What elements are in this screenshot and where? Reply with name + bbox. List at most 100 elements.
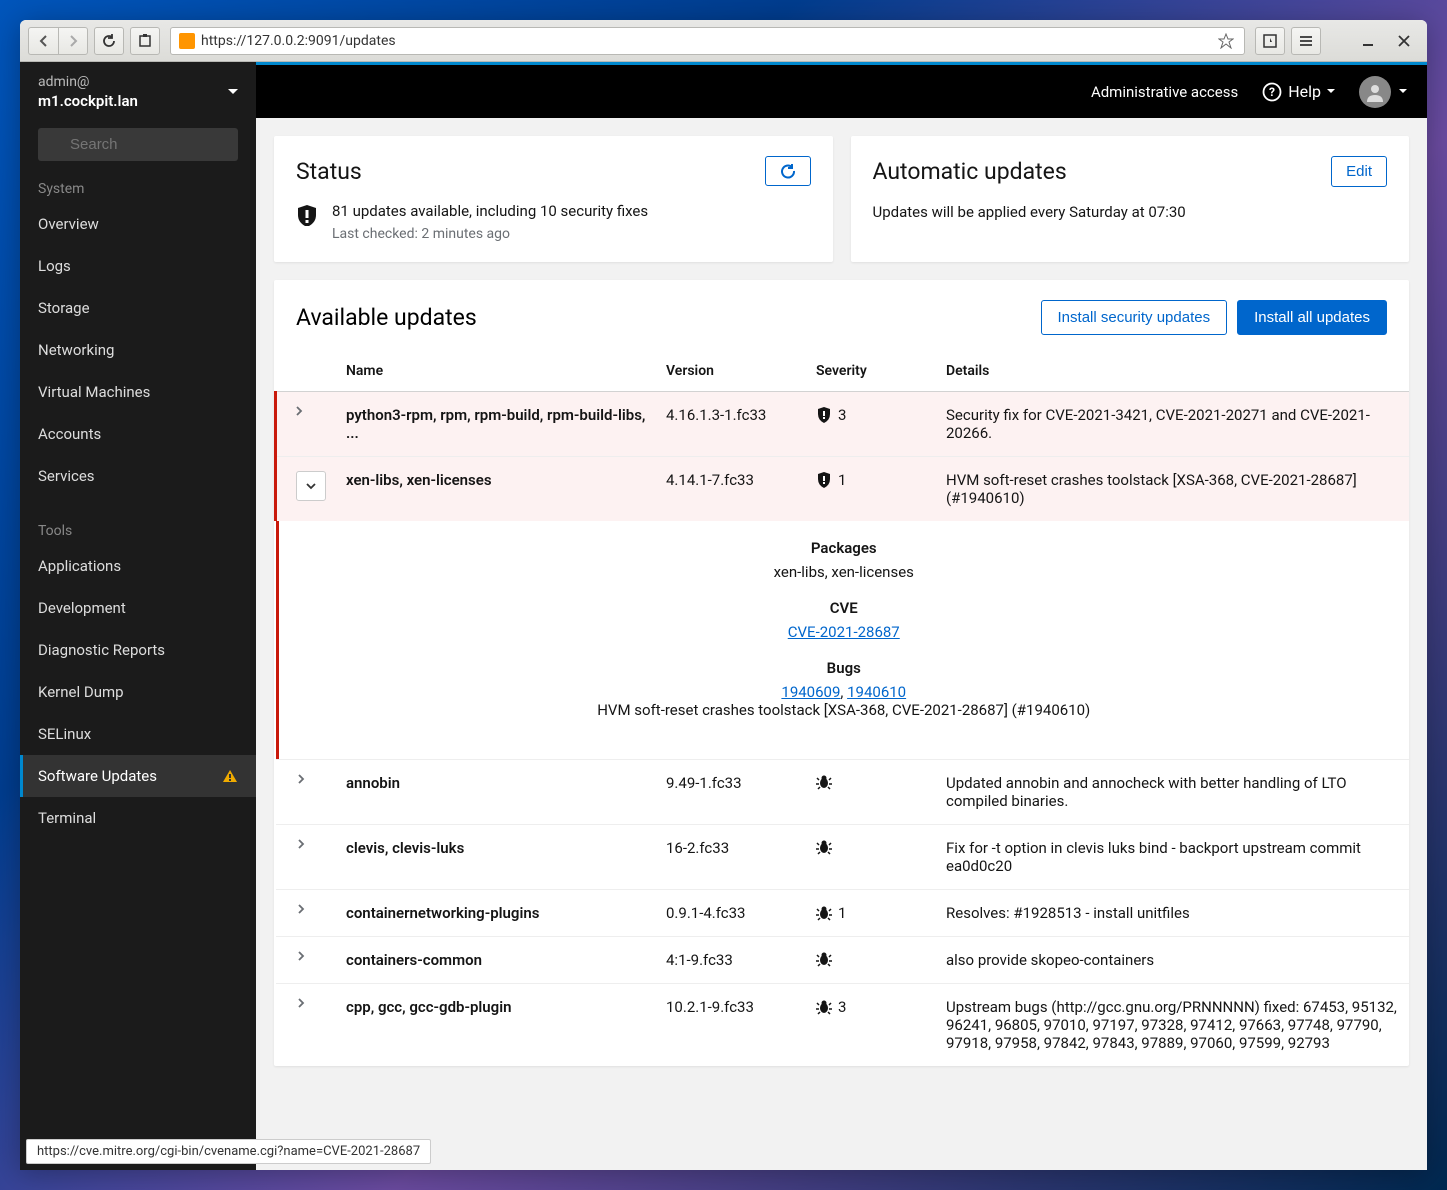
host-name: m1.cockpit.lan: [38, 92, 138, 110]
auto-updates-title: Automatic updates: [873, 158, 1067, 185]
host-user: admin@: [38, 74, 138, 90]
updates-title: Available updates: [296, 304, 477, 331]
nav-applications[interactable]: Applications: [20, 545, 256, 587]
search-input[interactable]: [38, 128, 238, 161]
status-title: Status: [296, 158, 362, 185]
minimize-icon: [1362, 35, 1374, 47]
close-button[interactable]: [1389, 27, 1419, 55]
expand-row-button[interactable]: [296, 406, 326, 416]
security-shield-icon: [816, 471, 832, 489]
package-name: annobin: [346, 774, 400, 792]
host-switcher[interactable]: admin@ m1.cockpit.lan: [20, 62, 256, 122]
chevron-down-icon: [306, 483, 316, 490]
chevron-right-icon: [298, 774, 305, 784]
nav-virtual-machines[interactable]: Virtual Machines: [20, 371, 256, 413]
expand-row-button[interactable]: [298, 839, 327, 849]
package-name: python3-rpm, rpm, rpm-build, rpm-build-l…: [346, 406, 645, 442]
warning-icon: [222, 769, 238, 783]
forward-button[interactable]: [58, 27, 88, 55]
nav-selinux[interactable]: SELinux: [20, 713, 256, 755]
chevron-right-icon: [298, 998, 305, 1008]
refresh-icon: [780, 163, 796, 179]
nav-diagnostic-reports[interactable]: Diagnostic Reports: [20, 629, 256, 671]
col-severity: Severity: [806, 351, 936, 392]
content-area: Status 81 updates available, including 1…: [256, 118, 1427, 1170]
nav-software-updates[interactable]: Software Updates: [20, 755, 256, 797]
severity-cell: 3: [816, 998, 926, 1016]
expand-row-button[interactable]: [298, 998, 327, 1008]
collapse-row-button[interactable]: [296, 471, 326, 501]
status-card: Status 81 updates available, including 1…: [274, 136, 833, 262]
reload-icon: [102, 34, 116, 48]
url-bar[interactable]: https://127.0.0.2:9091/updates: [170, 27, 1245, 55]
security-shield-icon: [816, 406, 832, 424]
nav-overview[interactable]: Overview: [20, 203, 256, 245]
updates-card: Available updates Install security updat…: [274, 280, 1409, 1066]
topbar: Administrative access ? Help: [256, 62, 1427, 118]
user-menu[interactable]: [1359, 76, 1407, 108]
refresh-updates-button[interactable]: [765, 156, 811, 186]
bugs-heading: Bugs: [301, 659, 1388, 677]
table-row: xen-libs, xen-licenses4.14.1-7.fc331HVM …: [276, 457, 1410, 522]
chevron-right-icon: [298, 904, 305, 914]
severity-cell: [816, 951, 926, 967]
close-icon: [1398, 35, 1410, 47]
url-text: https://127.0.0.2:9091/updates: [201, 33, 1210, 49]
updates-table: Name Version Severity Details python3-rp…: [274, 351, 1409, 1066]
help-icon: ?: [1262, 82, 1282, 102]
expand-row-button[interactable]: [298, 904, 327, 914]
cve-link[interactable]: CVE-2021-28687: [788, 623, 900, 641]
bookmark-star-icon[interactable]: [1216, 31, 1236, 51]
bug-icon: [816, 774, 832, 790]
package-name: containers-common: [346, 951, 482, 969]
table-row: annobin9.49-1.fc33Updated annobin and an…: [276, 760, 1410, 825]
package-name: containernetworking-plugins: [346, 904, 539, 922]
home-button[interactable]: [130, 27, 160, 55]
package-version: 9.49-1.fc33: [656, 760, 806, 825]
hamburger-menu-button[interactable]: [1291, 27, 1321, 55]
minimize-button[interactable]: [1353, 27, 1383, 55]
nav-kernel-dump[interactable]: Kernel Dump: [20, 671, 256, 713]
admin-access-label[interactable]: Administrative access: [1091, 83, 1238, 101]
nav-development[interactable]: Development: [20, 587, 256, 629]
browser-window: https://127.0.0.2:9091/updates admin@ m1…: [20, 20, 1427, 1170]
chevron-right-icon: [68, 35, 78, 47]
install-security-button[interactable]: Install security updates: [1041, 300, 1228, 335]
caret-down-icon: [1399, 89, 1407, 94]
pocket-button[interactable]: [1255, 27, 1285, 55]
edit-auto-updates-button[interactable]: Edit: [1331, 156, 1387, 187]
expand-row-button[interactable]: [298, 774, 327, 784]
bug-icon: [816, 905, 832, 921]
nav-storage[interactable]: Storage: [20, 287, 256, 329]
install-all-button[interactable]: Install all updates: [1237, 300, 1387, 335]
chevron-right-icon: [298, 839, 305, 849]
browser-toolbar: https://127.0.0.2:9091/updates: [20, 20, 1427, 62]
severity-cell: [816, 774, 926, 790]
chevron-right-icon: [296, 406, 303, 416]
package-version: 4.16.1.3-1.fc33: [656, 392, 806, 457]
back-button[interactable]: [28, 27, 58, 55]
nav-networking[interactable]: Networking: [20, 329, 256, 371]
bug-icon: [816, 951, 832, 967]
avatar-icon: [1359, 76, 1391, 108]
table-row: containers-common4:1-9.fc33also provide …: [276, 937, 1410, 984]
svg-text:?: ?: [1269, 85, 1275, 99]
cve-heading: CVE: [301, 599, 1388, 617]
chevron-left-icon: [39, 35, 49, 47]
nav-logs[interactable]: Logs: [20, 245, 256, 287]
reload-button[interactable]: [94, 27, 124, 55]
help-menu[interactable]: ? Help: [1262, 82, 1335, 102]
caret-down-icon: [1327, 89, 1335, 94]
package-name: xen-libs, xen-licenses: [346, 471, 492, 489]
nav-terminal[interactable]: Terminal: [20, 797, 256, 839]
nav-accounts[interactable]: Accounts: [20, 413, 256, 455]
site-identity-icon: [179, 33, 195, 49]
severity-cell: 3: [816, 406, 926, 424]
tab-icon: [138, 34, 152, 48]
bug-icon: [816, 999, 832, 1015]
expanded-row-detail: Packagesxen-libs, xen-licensesCVECVE-202…: [276, 521, 1410, 759]
bug-link[interactable]: 1940610: [847, 683, 906, 701]
expand-row-button[interactable]: [298, 951, 327, 961]
bug-link[interactable]: 1940609: [781, 683, 840, 701]
nav-services[interactable]: Services: [20, 455, 256, 497]
